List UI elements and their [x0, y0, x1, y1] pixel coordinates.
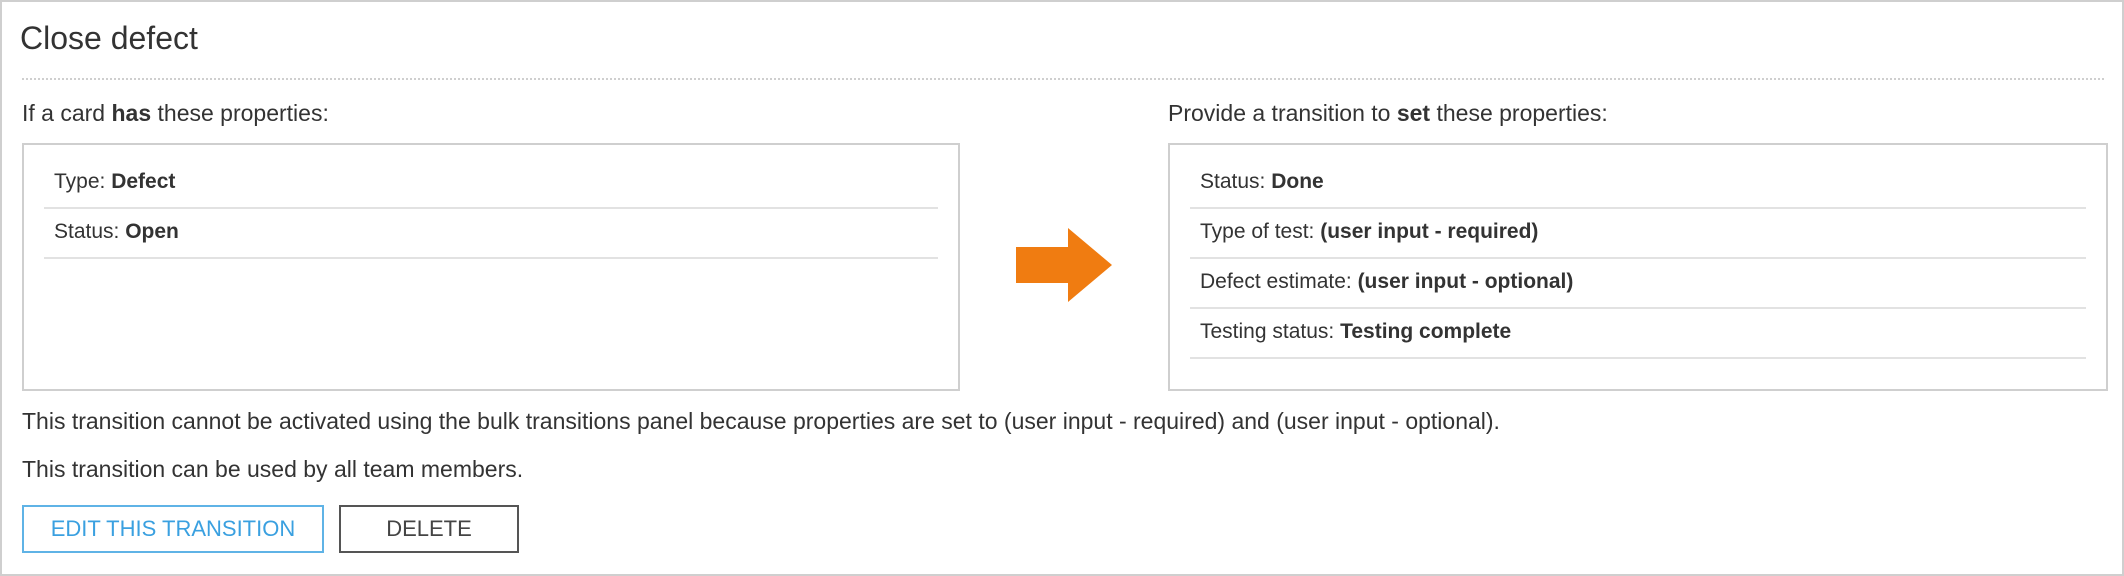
- action-heading-post: these properties:: [1430, 100, 1608, 126]
- property-label: Status:: [1200, 170, 1272, 193]
- action-heading-pre: Provide a transition to: [1168, 100, 1397, 126]
- property-value: (user input - required): [1320, 220, 1539, 243]
- property-value: Defect: [111, 170, 176, 193]
- usage-notice: This transition can be used by all team …: [22, 456, 524, 482]
- property-value: (user input - optional): [1357, 270, 1574, 293]
- property-value: Done: [1271, 170, 1324, 193]
- condition-heading: If a card has these properties:: [22, 100, 329, 127]
- condition-heading-post: these properties:: [151, 100, 329, 126]
- transition-title: Close defect: [20, 20, 198, 56]
- action-properties-box: Status: Done Type of test: (user input -…: [1168, 143, 2108, 391]
- property-label: Defect estimate:: [1200, 270, 1358, 293]
- transition-panel: Close defect If a card has these propert…: [0, 0, 2124, 576]
- property-label: Type of test:: [1200, 220, 1321, 243]
- property-label: Type:: [54, 170, 112, 193]
- condition-properties-box: Type: Defect Status: Open: [22, 143, 960, 391]
- action-property-type-of-test: Type of test: (user input - required): [1190, 209, 2086, 259]
- property-label: Testing status:: [1200, 320, 1341, 343]
- delete-button[interactable]: DELETE: [339, 505, 519, 553]
- right-arrow-icon: [1016, 228, 1112, 302]
- action-heading: Provide a transition to set these proper…: [1168, 100, 1608, 127]
- bulk-transition-notice: This transition cannot be activated usin…: [22, 408, 1500, 434]
- edit-transition-button[interactable]: EDIT THIS TRANSITION: [22, 505, 324, 553]
- action-heading-bold: set: [1396, 100, 1431, 126]
- condition-property-status: Status: Open: [44, 209, 938, 259]
- condition-heading-pre: If a card: [22, 100, 112, 126]
- title-divider: [22, 78, 2104, 80]
- condition-heading-bold: has: [111, 100, 152, 126]
- action-property-status: Status: Done: [1190, 159, 2086, 209]
- property-label: Status:: [54, 220, 126, 243]
- action-property-defect-estimate: Defect estimate: (user input - optional): [1190, 259, 2086, 309]
- property-value: Open: [125, 220, 179, 243]
- property-value: Testing complete: [1340, 320, 1512, 343]
- condition-property-type: Type: Defect: [44, 159, 938, 209]
- action-property-testing-status: Testing status: Testing complete: [1190, 309, 2086, 359]
